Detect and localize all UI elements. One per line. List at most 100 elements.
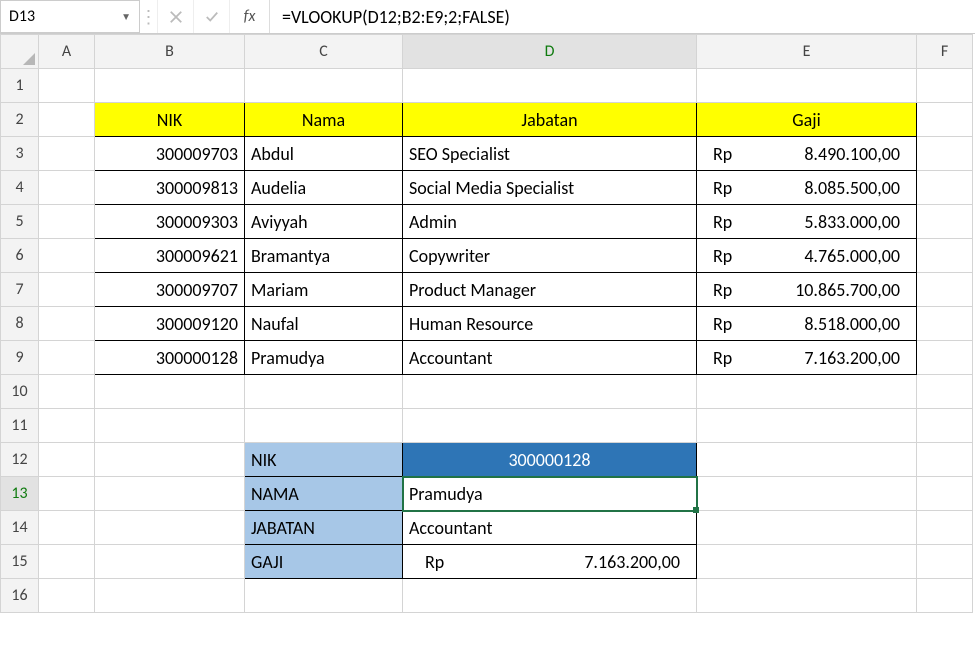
column-header-F[interactable]: F <box>917 35 973 69</box>
cell-F7[interactable] <box>917 273 973 307</box>
cell-F13[interactable] <box>917 477 973 511</box>
cell-C8[interactable]: Naufal <box>245 307 403 341</box>
cell-D11[interactable] <box>403 409 697 443</box>
row-header-14[interactable]: 14 <box>1 511 39 545</box>
cell-E3[interactable]: Rp8.490.100,00 <box>697 137 917 171</box>
cell-E1[interactable] <box>697 69 917 103</box>
cell-B11[interactable] <box>95 409 245 443</box>
cell-B12[interactable] <box>95 443 245 477</box>
cell-E13[interactable] <box>697 477 917 511</box>
cell-D14[interactable]: Accountant <box>403 511 697 545</box>
cell-A1[interactable] <box>39 69 95 103</box>
row-header-1[interactable]: 1 <box>1 69 39 103</box>
cell-F1[interactable] <box>917 69 973 103</box>
select-all-corner[interactable] <box>1 35 39 69</box>
cell-F9[interactable] <box>917 341 973 375</box>
cell-C3[interactable]: Abdul <box>245 137 403 171</box>
cell-F10[interactable] <box>917 375 973 409</box>
cell-D1[interactable] <box>403 69 697 103</box>
cell-B15[interactable] <box>95 545 245 579</box>
cell-B1[interactable] <box>95 69 245 103</box>
formula-input[interactable]: =VLOOKUP(D12;B2:E9;2;FALSE) <box>270 0 975 33</box>
cell-A14[interactable] <box>39 511 95 545</box>
cell-F12[interactable] <box>917 443 973 477</box>
cell-E5[interactable]: Rp5.833.000,00 <box>697 205 917 239</box>
cell-D15[interactable]: Rp7.163.200,00 <box>403 545 697 579</box>
cell-A6[interactable] <box>39 239 95 273</box>
cell-A8[interactable] <box>39 307 95 341</box>
row-header-9[interactable]: 9 <box>1 341 39 375</box>
cancel-formula-button[interactable] <box>158 0 194 33</box>
cell-A3[interactable] <box>39 137 95 171</box>
column-header-D[interactable]: D <box>403 35 697 69</box>
cell-B9[interactable]: 300000128 <box>95 341 245 375</box>
cell-F3[interactable] <box>917 137 973 171</box>
cell-F11[interactable] <box>917 409 973 443</box>
cell-D16[interactable] <box>403 579 697 613</box>
fx-button[interactable]: fx <box>230 0 270 33</box>
cell-E12[interactable] <box>697 443 917 477</box>
cell-A9[interactable] <box>39 341 95 375</box>
cell-C1[interactable] <box>245 69 403 103</box>
cell-D9[interactable]: Accountant <box>403 341 697 375</box>
cell-A5[interactable] <box>39 205 95 239</box>
cell-D8[interactable]: Human Resource <box>403 307 697 341</box>
cell-C4[interactable]: Audelia <box>245 171 403 205</box>
cell-D4[interactable]: Social Media Specialist <box>403 171 697 205</box>
cell-B4[interactable]: 300009813 <box>95 171 245 205</box>
cell-F14[interactable] <box>917 511 973 545</box>
cell-E9[interactable]: Rp7.163.200,00 <box>697 341 917 375</box>
cell-A7[interactable] <box>39 273 95 307</box>
spreadsheet-grid[interactable]: ABCDEF12NIKNamaJabatanGaji3300009703Abdu… <box>0 34 975 613</box>
cell-F16[interactable] <box>917 579 973 613</box>
cell-E7[interactable]: Rp10.865.700,00 <box>697 273 917 307</box>
cell-C15[interactable]: GAJI <box>245 545 403 579</box>
column-header-A[interactable]: A <box>39 35 95 69</box>
cell-B7[interactable]: 300009707 <box>95 273 245 307</box>
cell-B2[interactable]: NIK <box>95 103 245 137</box>
row-header-5[interactable]: 5 <box>1 205 39 239</box>
cell-E15[interactable] <box>697 545 917 579</box>
cell-B6[interactable]: 300009621 <box>95 239 245 273</box>
cell-A2[interactable] <box>39 103 95 137</box>
row-header-15[interactable]: 15 <box>1 545 39 579</box>
cell-E4[interactable]: Rp8.085.500,00 <box>697 171 917 205</box>
cell-D12[interactable]: 300000128 <box>403 443 697 477</box>
chevron-down-icon[interactable]: ▼ <box>121 10 131 23</box>
cell-E16[interactable] <box>697 579 917 613</box>
row-header-3[interactable]: 3 <box>1 137 39 171</box>
cell-C5[interactable]: Aviyyah <box>245 205 403 239</box>
cell-B8[interactable]: 300009120 <box>95 307 245 341</box>
row-header-11[interactable]: 11 <box>1 409 39 443</box>
cell-F4[interactable] <box>917 171 973 205</box>
cell-A10[interactable] <box>39 375 95 409</box>
row-header-7[interactable]: 7 <box>1 273 39 307</box>
cell-D10[interactable] <box>403 375 697 409</box>
cell-D6[interactable]: Copywriter <box>403 239 697 273</box>
cell-C14[interactable]: JABATAN <box>245 511 403 545</box>
row-header-4[interactable]: 4 <box>1 171 39 205</box>
cell-C12[interactable]: NIK <box>245 443 403 477</box>
cell-F5[interactable] <box>917 205 973 239</box>
cell-A13[interactable] <box>39 477 95 511</box>
cell-C9[interactable]: Pramudya <box>245 341 403 375</box>
cell-E6[interactable]: Rp4.765.000,00 <box>697 239 917 273</box>
cell-B14[interactable] <box>95 511 245 545</box>
column-header-B[interactable]: B <box>95 35 245 69</box>
cell-A12[interactable] <box>39 443 95 477</box>
cell-A15[interactable] <box>39 545 95 579</box>
cell-D5[interactable]: Admin <box>403 205 697 239</box>
cell-B3[interactable]: 300009703 <box>95 137 245 171</box>
cell-F15[interactable] <box>917 545 973 579</box>
cell-B5[interactable]: 300009303 <box>95 205 245 239</box>
row-header-16[interactable]: 16 <box>1 579 39 613</box>
cell-B13[interactable] <box>95 477 245 511</box>
cell-C6[interactable]: Bramantya <box>245 239 403 273</box>
cell-D13[interactable]: Pramudya <box>403 477 697 511</box>
cell-E8[interactable]: Rp8.518.000,00 <box>697 307 917 341</box>
cell-C10[interactable] <box>245 375 403 409</box>
row-header-2[interactable]: 2 <box>1 103 39 137</box>
cell-C2[interactable]: Nama <box>245 103 403 137</box>
name-box[interactable]: D13 ▼ <box>0 0 140 33</box>
cell-E14[interactable] <box>697 511 917 545</box>
